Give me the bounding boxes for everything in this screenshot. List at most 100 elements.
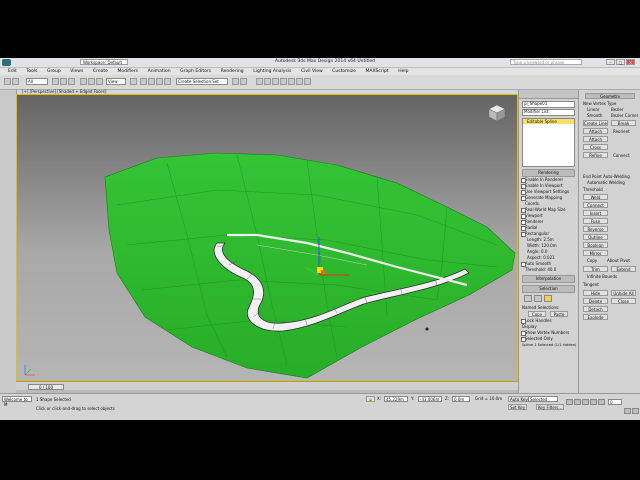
connect-option[interactable]: Connect (613, 153, 630, 158)
rect-selection-icon[interactable] (68, 78, 75, 85)
insert-button[interactable]: Insert (583, 210, 608, 216)
selection-filter-dropdown[interactable]: All (26, 78, 48, 85)
segment-mode-icon[interactable] (534, 295, 542, 302)
radio-rectangular[interactable]: Rectangular (519, 231, 578, 237)
paste-selection-button[interactable]: Paste (550, 311, 568, 317)
connect-button[interactable]: Connect (583, 202, 608, 208)
named-selection-dropdown[interactable]: Create Selection Set (176, 78, 228, 85)
create-line-button[interactable]: Create Line (583, 120, 608, 126)
option-lock-handles[interactable]: Lock Handles (519, 318, 578, 324)
about-pivot-option[interactable]: About Pivot (607, 258, 630, 263)
spinner-snap-icon[interactable] (164, 78, 171, 85)
menu-lighting-analysis[interactable]: Lighting Analysis (253, 68, 291, 75)
delete-button[interactable]: Delete (583, 298, 608, 304)
field-angle-value[interactable]: 0.0 (541, 249, 547, 254)
field-aspect-value[interactable]: 0.021 (543, 255, 554, 260)
reverse-button[interactable]: Reverse (583, 226, 608, 232)
app-logo-icon[interactable] (2, 59, 11, 66)
y-coordinate-field[interactable]: -43.406m (418, 396, 442, 402)
attach-mult-button[interactable]: Attach Mult. (583, 136, 608, 142)
mirror-icon[interactable] (232, 78, 239, 85)
go-to-start-icon[interactable] (566, 399, 573, 405)
rollout-selection[interactable]: Selection (522, 285, 575, 293)
rollout-geometry[interactable]: Geometry (585, 93, 635, 99)
outline-button[interactable]: Outline (583, 234, 608, 240)
close-button[interactable]: Close (611, 298, 636, 304)
rollout-interpolation[interactable]: Interpolation (522, 275, 575, 283)
menu-tools[interactable]: Tools (26, 68, 37, 75)
infinite-bounds-option[interactable]: Infinite Bounds (587, 274, 617, 279)
reorient-option[interactable]: Reorient (613, 129, 630, 134)
menu-create[interactable]: Create (93, 68, 108, 75)
option-selected-only[interactable]: Selected Only (519, 336, 578, 342)
radio-smooth[interactable]: Smooth (587, 113, 602, 118)
go-to-end-icon[interactable] (598, 399, 605, 405)
spline-mode-icon[interactable] (544, 295, 552, 302)
current-frame-field[interactable]: 0 (608, 399, 622, 405)
fuse-button[interactable]: Fuse (583, 218, 608, 224)
radio-bezier[interactable]: Bezier (611, 107, 624, 112)
stack-item-editable-spline[interactable]: Editable Spline (523, 119, 574, 124)
mirror-button[interactable]: Mirror (583, 250, 608, 256)
menu-animation[interactable]: Animation (148, 68, 171, 75)
pivot-icon[interactable] (130, 78, 137, 85)
object-name-field[interactable]: pl_Shape01 (522, 101, 575, 108)
x-coordinate-field[interactable]: 45.229m (384, 396, 408, 402)
field-width-value[interactable]: 120.0m (541, 243, 556, 248)
automatic-welding-option[interactable]: Automatic Welding (587, 180, 625, 185)
unhide-all-button[interactable]: Unhide All (611, 290, 636, 296)
terrain-surface[interactable] (104, 152, 516, 379)
refine-button[interactable]: Refine (583, 152, 608, 158)
menu-civil-view[interactable]: Civil View (301, 68, 323, 75)
lock-selection-icon[interactable]: 🔒 (366, 396, 375, 402)
close-icon[interactable]: × (626, 59, 635, 65)
search-input[interactable]: Type a keyword or phrase (510, 59, 582, 65)
menu-help[interactable]: Help (398, 68, 408, 75)
menu-graph-editors[interactable]: Graph Editors (180, 68, 211, 75)
extend-button[interactable]: Extend (611, 266, 636, 272)
menu-customize[interactable]: Customize (332, 68, 356, 75)
align-icon[interactable] (240, 78, 247, 85)
hide-button[interactable]: Hide (583, 290, 608, 296)
menu-modifiers[interactable]: Modifiers (117, 68, 138, 75)
command-panel-tabs[interactable] (519, 90, 578, 99)
workspace-dropdown[interactable]: Workspace: Default (80, 59, 128, 65)
minimize-icon[interactable]: – (606, 59, 615, 65)
redo-icon[interactable] (12, 78, 19, 85)
detach-button[interactable]: Detach (583, 306, 608, 312)
render-icon[interactable] (304, 78, 311, 85)
select-by-name-icon[interactable] (60, 78, 67, 85)
field-threshold-value[interactable]: 40.0 (547, 267, 556, 272)
undo-icon[interactable] (4, 78, 11, 85)
cross-section-button[interactable]: Cross Section (583, 144, 608, 150)
trim-button[interactable]: Trim (583, 266, 608, 272)
viewcube-icon[interactable] (488, 104, 506, 122)
menu-views[interactable]: Views (70, 68, 83, 75)
boolean-button[interactable]: Boolean (583, 242, 608, 248)
selected-dropdown[interactable]: Selected (528, 396, 558, 402)
play-icon[interactable] (582, 399, 589, 405)
attach-button[interactable]: Attach (583, 128, 608, 134)
field-threshold[interactable]: Threshold: 40.0 (519, 267, 578, 273)
radio-linear[interactable]: Linear (587, 107, 599, 112)
reference-coord-dropdown[interactable]: View (106, 78, 126, 85)
select-object-icon[interactable] (52, 78, 59, 85)
scale-icon[interactable] (96, 78, 103, 85)
key-filters-button[interactable]: Key Filters... (536, 404, 565, 410)
menu-edit[interactable]: Edit (8, 68, 17, 75)
menu-maxscript[interactable]: MAXScript (365, 68, 388, 75)
menu-group[interactable]: Group (47, 68, 61, 75)
angle-snap-icon[interactable] (148, 78, 155, 85)
move-icon[interactable] (80, 78, 87, 85)
set-key-button[interactable]: Set Key (508, 404, 528, 410)
schematic-icon[interactable] (272, 78, 279, 85)
rollout-rendering[interactable]: Rendering (522, 169, 575, 177)
auto-key-button[interactable]: Auto Key (508, 396, 530, 402)
render-frame-icon[interactable] (296, 78, 303, 85)
menu-rendering[interactable]: Rendering (221, 68, 244, 75)
percent-snap-icon[interactable] (156, 78, 163, 85)
zoom-icon[interactable] (624, 408, 631, 414)
render-setup-icon[interactable] (288, 78, 295, 85)
vertex-mode-icon[interactable] (524, 295, 532, 302)
option-auto-smooth[interactable]: Auto Smooth (519, 261, 578, 267)
